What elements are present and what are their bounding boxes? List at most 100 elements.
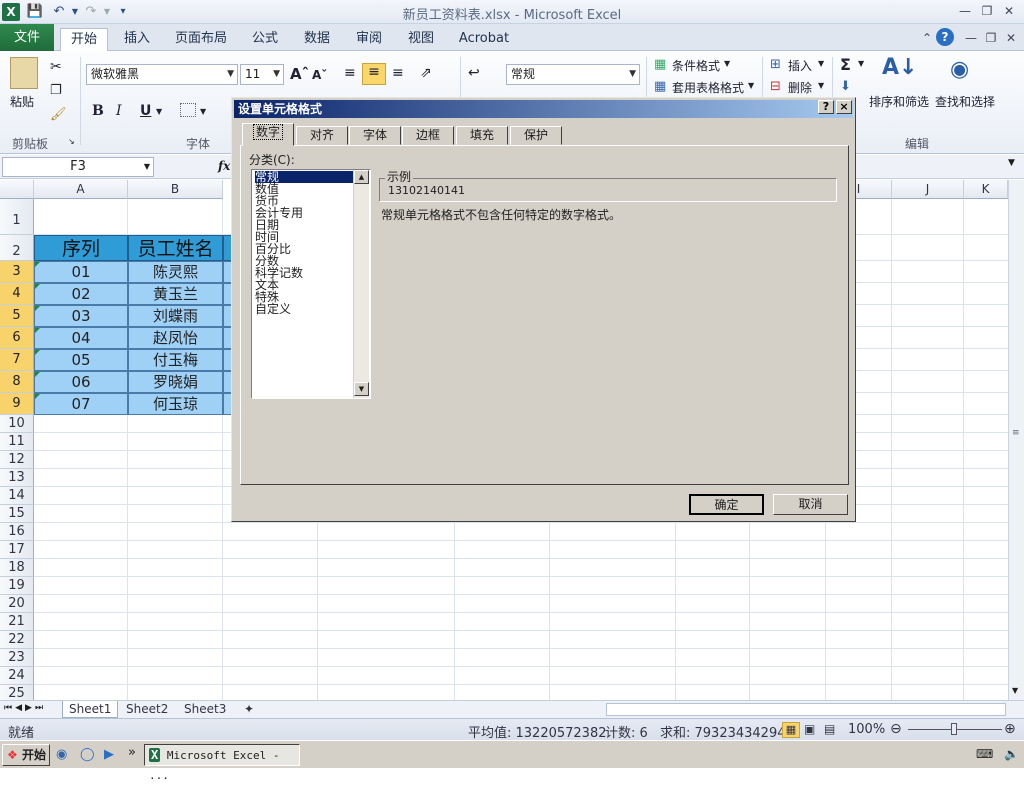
tab-insert[interactable]: 插入: [116, 28, 158, 51]
clipboard-launcher-icon[interactable]: ↘: [68, 137, 75, 146]
row-header-10[interactable]: 10: [0, 415, 34, 433]
format-painter-icon[interactable]: 🖌: [50, 107, 67, 122]
error-indicator-icon[interactable]: [35, 394, 40, 399]
table-cell[interactable]: 黄玉兰: [128, 283, 223, 305]
column-header-A[interactable]: A: [34, 180, 128, 199]
row-header-22[interactable]: 22: [0, 631, 34, 649]
row-header-12[interactable]: 12: [0, 451, 34, 469]
tab-review[interactable]: 审阅: [348, 28, 390, 51]
error-indicator-icon[interactable]: [35, 306, 40, 311]
sheet-tab-3[interactable]: Sheet3: [178, 701, 232, 718]
scroll-down-icon[interactable]: ▼: [1012, 686, 1018, 695]
wrap-text-icon[interactable]: ↩: [468, 65, 480, 81]
table-cell[interactable]: 刘蝶雨: [128, 305, 223, 327]
zoom-out-icon[interactable]: ⊖: [890, 721, 902, 737]
row-header-21[interactable]: 21: [0, 613, 34, 631]
table-cell[interactable]: 付玉梅: [128, 349, 223, 371]
horizontal-scrollbar[interactable]: [606, 703, 1006, 716]
row-header-8[interactable]: 8: [0, 371, 34, 393]
row-header-23[interactable]: 23: [0, 649, 34, 667]
table-format-icon[interactable]: ▦: [654, 79, 666, 94]
cut-icon[interactable]: ✂: [50, 59, 62, 75]
restore-icon[interactable]: ❐: [976, 2, 998, 20]
column-header-J[interactable]: J: [892, 180, 964, 199]
orientation-icon[interactable]: ⇗: [420, 65, 432, 81]
sheet-tab-1[interactable]: Sheet1: [62, 701, 119, 718]
copy-icon[interactable]: ❐: [50, 83, 62, 98]
font-name-combo[interactable]: 微软雅黑 ▼: [86, 64, 238, 85]
tab-alignment[interactable]: 对齐: [296, 126, 348, 145]
fill-icon[interactable]: ⬇: [840, 79, 851, 94]
table-cell[interactable]: 陈灵熙: [128, 261, 223, 283]
media-icon[interactable]: ▶: [104, 747, 114, 762]
row-header-24[interactable]: 24: [0, 667, 34, 685]
row-header-19[interactable]: 19: [0, 577, 34, 595]
error-indicator-icon[interactable]: [35, 350, 40, 355]
category-scrollbar[interactable]: ▲ ▼: [353, 170, 369, 398]
row-header-1[interactable]: 1: [0, 199, 34, 235]
page-layout-view-icon[interactable]: ▣: [804, 722, 815, 736]
row-header-18[interactable]: 18: [0, 559, 34, 577]
tab-number[interactable]: 数字: [242, 123, 294, 146]
row-header-14[interactable]: 14: [0, 487, 34, 505]
conditional-format-icon[interactable]: ▦: [654, 57, 666, 72]
row-header-20[interactable]: 20: [0, 595, 34, 613]
underline-icon[interactable]: U: [140, 103, 151, 119]
close-icon[interactable]: ✕: [998, 2, 1020, 20]
italic-icon[interactable]: I: [116, 103, 122, 119]
dialog-close-button[interactable]: ×: [836, 100, 852, 114]
wb-minimize-icon[interactable]: —: [960, 29, 982, 47]
table-cell[interactable]: 01: [34, 261, 128, 283]
error-indicator-icon[interactable]: [35, 262, 40, 267]
minimize-icon[interactable]: —: [954, 2, 976, 20]
row-header-2[interactable]: 2: [0, 235, 34, 261]
zoom-slider-thumb[interactable]: [951, 723, 957, 735]
table-header-cell[interactable]: 序列: [34, 235, 128, 261]
column-header-K[interactable]: K: [964, 180, 1008, 199]
table-cell[interactable]: 03: [34, 305, 128, 327]
row-header-15[interactable]: 15: [0, 505, 34, 523]
wb-close-icon[interactable]: ✕: [1000, 29, 1022, 47]
more-quicklaunch-icon[interactable]: »: [128, 745, 136, 760]
tab-acrobat[interactable]: Acrobat: [452, 28, 516, 51]
row-header-4[interactable]: 4: [0, 283, 34, 305]
table-cell[interactable]: 07: [34, 393, 128, 415]
align-middle-icon[interactable]: ≡: [362, 63, 386, 85]
underline-dropdown-icon[interactable]: ▼: [156, 107, 162, 116]
keyboard-icon[interactable]: ⌨: [976, 747, 993, 761]
normal-view-icon[interactable]: ▦: [782, 722, 800, 738]
name-box[interactable]: F3 ▼: [2, 157, 154, 177]
font-size-combo[interactable]: 11 ▼: [240, 64, 284, 85]
category-item[interactable]: 自定义: [255, 303, 355, 315]
row-header-7[interactable]: 7: [0, 349, 34, 371]
sheet-nav-icon[interactable]: ⏮◀▶⏭: [4, 703, 46, 713]
cancel-button[interactable]: 取消: [773, 494, 848, 515]
bold-icon[interactable]: B: [92, 103, 104, 119]
align-bottom-icon[interactable]: ≡: [392, 65, 404, 81]
tab-fill[interactable]: 填充: [456, 126, 508, 145]
vertical-scrollbar[interactable]: ≡ ▼: [1008, 180, 1024, 700]
taskbar-excel-button[interactable]: X Microsoft Excel - ...: [144, 744, 300, 782]
error-indicator-icon[interactable]: [35, 284, 40, 289]
row-header-3[interactable]: 3: [0, 261, 34, 283]
paste-button[interactable]: 粘贴: [10, 93, 34, 110]
delete-cells-icon[interactable]: ⊟: [770, 79, 781, 94]
table-format-button[interactable]: 套用表格格式: [672, 79, 744, 96]
table-cell[interactable]: 06: [34, 371, 128, 393]
tab-data[interactable]: 数据: [296, 28, 338, 51]
new-sheet-icon[interactable]: ✦: [238, 701, 260, 718]
row-header-17[interactable]: 17: [0, 541, 34, 559]
tab-page-layout[interactable]: 页面布局: [170, 28, 232, 51]
help-icon[interactable]: ?: [936, 28, 954, 46]
tab-font[interactable]: 字体: [349, 126, 401, 145]
error-indicator-icon[interactable]: [35, 372, 40, 377]
row-header-9[interactable]: 9: [0, 393, 34, 415]
table-cell[interactable]: 罗晓娟: [128, 371, 223, 393]
sort-filter-icon[interactable]: A↓: [882, 55, 917, 80]
delete-cells-button[interactable]: 删除: [788, 79, 812, 96]
tab-protection[interactable]: 保护: [510, 126, 562, 145]
row-header-16[interactable]: 16: [0, 523, 34, 541]
table-header-cell[interactable]: 员工姓名: [128, 235, 223, 261]
table-cell[interactable]: 赵凤怡: [128, 327, 223, 349]
tab-formulas[interactable]: 公式: [244, 28, 286, 51]
